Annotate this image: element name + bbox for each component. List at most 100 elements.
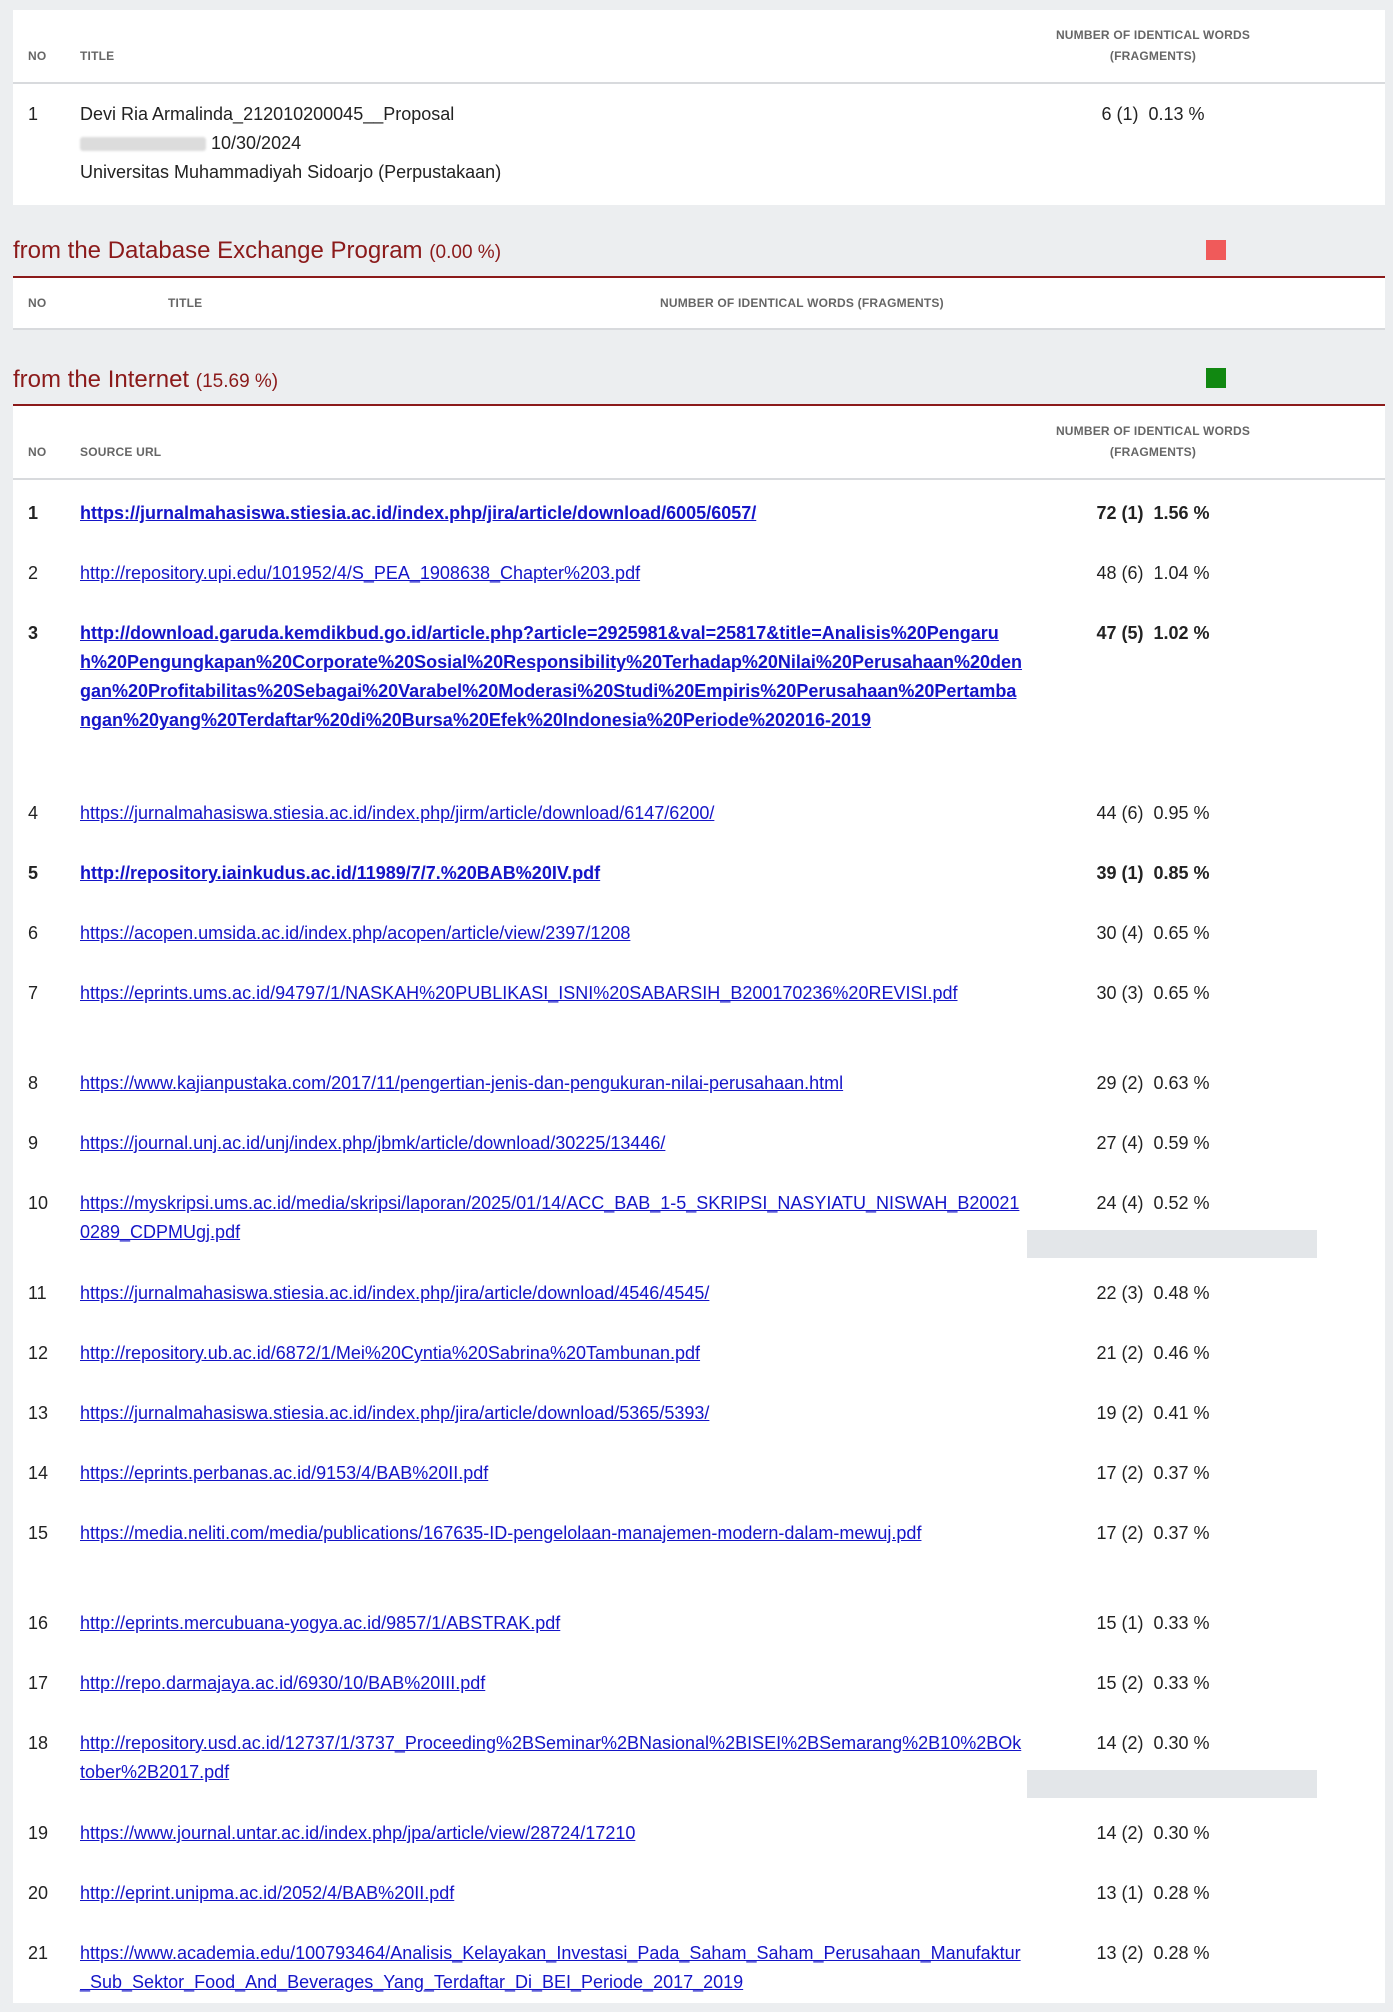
database-exchange-table: NO TITLE NUMBER OF IDENTICAL WORDS (FRAG… [13, 278, 1385, 330]
source-row-count: 21 (2) 0.46 % [1096, 1343, 1210, 1363]
source-url-link[interactable]: https://eprints.ums.ac.id/94797/1/NASKAH… [80, 979, 1025, 1008]
source-url-link[interactable]: http://repository.upi.edu/101952/4/S_PEA… [80, 559, 1025, 588]
inet-header-divider [13, 478, 1385, 480]
source-row-no: 13 [28, 1403, 49, 1423]
source-url-link[interactable]: http://repository.iainkudus.ac.id/11989/… [80, 859, 1025, 888]
internet-percent: (15.69 %) [195, 371, 279, 392]
source-row-count: 48 (6) 1.04 % [1096, 563, 1210, 583]
source-row-count: 44 (6) 0.95 % [1096, 803, 1210, 823]
internet-table-header: NO SOURCE URL NUMBER OF IDENTICAL WORDS … [13, 406, 1385, 476]
header-count-line2: (FRAGMENTS) [1109, 49, 1197, 63]
source-row-count: 14 (2) 0.30 % [1096, 1733, 1210, 1753]
source-row-count: 14 (2) 0.30 % [1096, 1823, 1210, 1843]
source-url-link[interactable]: https://media.neliti.com/media/publicati… [80, 1519, 1025, 1548]
top-table-header: NO TITLE NUMBER OF IDENTICAL WORDS (FRAG… [13, 10, 1385, 84]
source-row-no: 8 [28, 1073, 39, 1093]
source-url-link[interactable]: http://repository.usd.ac.id/12737/1/3737… [80, 1729, 1025, 1787]
source-row-count: 39 (1) 0.85 % [1096, 863, 1210, 883]
source-row-count: 30 (4) 0.65 % [1096, 923, 1210, 943]
source-row-no: 10 [28, 1193, 49, 1213]
source-url-link[interactable]: http://repo.darmajaya.ac.id/6930/10/BAB%… [80, 1669, 1025, 1698]
source-row-no: 1 [28, 503, 39, 523]
source-row-count: 15 (1) 0.33 % [1096, 1613, 1210, 1633]
source-row-count: 27 (4) 0.59 % [1096, 1133, 1210, 1153]
internet-source-table: NO SOURCE URL NUMBER OF IDENTICAL WORDS … [13, 406, 1385, 2003]
source-url-link[interactable]: https://eprints.perbanas.ac.id/9153/4/BA… [80, 1459, 1025, 1488]
source-row-no: 14 [28, 1463, 49, 1483]
database-exchange-title: from the Database Exchange Program [13, 237, 423, 264]
source-row-count: 30 (3) 0.65 % [1096, 983, 1210, 1003]
row-author-date: 10/30/2024 [80, 129, 501, 158]
source-row-no: 7 [28, 983, 39, 1003]
row-date: 10/30/2024 [211, 133, 302, 153]
database-exchange-heading: from the Database Exchange Program (0.00… [13, 237, 501, 265]
database-exchange-percent: (0.00 %) [429, 242, 502, 263]
source-url-link[interactable]: https://www.academia.edu/100793464/Anali… [80, 1939, 1025, 1997]
source-row-no: 9 [28, 1133, 39, 1153]
source-row-count: 72 (1) 1.56 % [1096, 503, 1210, 523]
dx-header-divider [13, 328, 1385, 330]
source-url-link[interactable]: https://journal.unj.ac.id/unj/index.php/… [80, 1129, 1025, 1158]
source-row-no: 21 [28, 1943, 49, 1963]
row-no: 1 [28, 104, 39, 124]
source-url-link[interactable]: http://eprint.unipma.ac.id/2052/4/BAB%20… [80, 1879, 1025, 1908]
source-row-count: 17 (2) 0.37 % [1096, 1523, 1210, 1543]
source-row-no: 18 [28, 1733, 49, 1753]
source-url-link[interactable]: https://jurnalmahasiswa.stiesia.ac.id/in… [80, 799, 1025, 828]
row-institution: Universitas Muhammadiyah Sidoarjo (Perpu… [80, 162, 502, 182]
inet-header-count-line1: NUMBER OF IDENTICAL WORDS [1055, 424, 1251, 438]
inet-header-count-line2: (FRAGMENTS) [1109, 445, 1197, 459]
source-url-link[interactable]: http://eprints.mercubuana-yogya.ac.id/98… [80, 1609, 1025, 1638]
source-row-count: 22 (3) 0.48 % [1096, 1283, 1210, 1303]
source-row-no: 4 [28, 803, 39, 823]
source-row-count: 47 (5) 1.02 % [1096, 623, 1210, 643]
source-row-count: 19 (2) 0.41 % [1096, 1403, 1210, 1423]
row-details: Devi Ria Armalinda_212010200045__Proposa… [80, 100, 501, 187]
source-row-no: 3 [28, 623, 39, 643]
row-title: Devi Ria Armalinda_212010200045__Proposa… [80, 104, 455, 124]
source-row-no: 12 [28, 1343, 49, 1363]
source-row-count: 29 (2) 0.63 % [1096, 1073, 1210, 1093]
row-count-placeholder-bar [1027, 1770, 1317, 1798]
source-url-link[interactable]: https://acopen.umsida.ac.id/index.php/ac… [80, 919, 1025, 948]
database-exchange-color-square [1206, 240, 1226, 260]
source-row-no: 15 [28, 1523, 49, 1543]
source-row-no: 20 [28, 1883, 49, 1903]
source-row-count: 13 (2) 0.28 % [1096, 1943, 1210, 1963]
source-row-no: 17 [28, 1673, 49, 1693]
source-url-link[interactable]: https://www.kajianpustaka.com/2017/11/pe… [80, 1069, 1025, 1098]
source-row-no: 11 [28, 1283, 47, 1303]
top-source-table: NO TITLE NUMBER OF IDENTICAL WORDS (FRAG… [13, 10, 1385, 205]
source-url-link[interactable]: https://jurnalmahasiswa.stiesia.ac.id/in… [80, 1399, 1025, 1428]
internet-color-square [1206, 368, 1226, 388]
source-url-link[interactable]: http://repository.ub.ac.id/6872/1/Mei%20… [80, 1339, 1025, 1368]
source-row-no: 5 [28, 863, 39, 883]
header-no: NO [28, 49, 47, 63]
internet-heading: from the Internet (15.69 %) [13, 366, 278, 394]
header-title: TITLE [80, 49, 115, 63]
dx-header-count: NUMBER OF IDENTICAL WORDS (FRAGMENTS) [660, 296, 944, 310]
redacted-author [80, 137, 206, 152]
source-row-count: 17 (2) 0.37 % [1096, 1463, 1210, 1483]
source-row-no: 19 [28, 1823, 49, 1843]
source-url-link[interactable]: https://myskripsi.ums.ac.id/media/skrips… [80, 1189, 1025, 1247]
inet-header-url: SOURCE URL [80, 445, 162, 459]
header-divider [13, 82, 1385, 84]
inet-header-no: NO [28, 445, 47, 459]
source-url-link[interactable]: https://jurnalmahasiswa.stiesia.ac.id/in… [80, 1279, 1025, 1308]
row-count-placeholder-bar [1027, 1230, 1317, 1258]
source-url-link[interactable]: https://www.journal.untar.ac.id/index.ph… [80, 1819, 1025, 1848]
source-url-link[interactable]: https://jurnalmahasiswa.stiesia.ac.id/in… [80, 499, 1025, 528]
source-row-no: 6 [28, 923, 39, 943]
dx-header-title: TITLE [168, 296, 203, 310]
dx-header-no: NO [28, 296, 47, 310]
source-row-count: 15 (2) 0.33 % [1096, 1673, 1210, 1693]
row-count: 6 (1) 0.13 % [1101, 104, 1205, 124]
source-row-no: 16 [28, 1613, 49, 1633]
source-row-no: 2 [28, 563, 39, 583]
header-count-line1: NUMBER OF IDENTICAL WORDS [1055, 28, 1251, 42]
source-url-link[interactable]: http://download.garuda.kemdikbud.go.id/a… [80, 619, 1025, 735]
source-row-count: 24 (4) 0.52 % [1096, 1193, 1210, 1213]
internet-title: from the Internet [13, 366, 190, 393]
source-row-count: 13 (1) 0.28 % [1096, 1883, 1210, 1903]
